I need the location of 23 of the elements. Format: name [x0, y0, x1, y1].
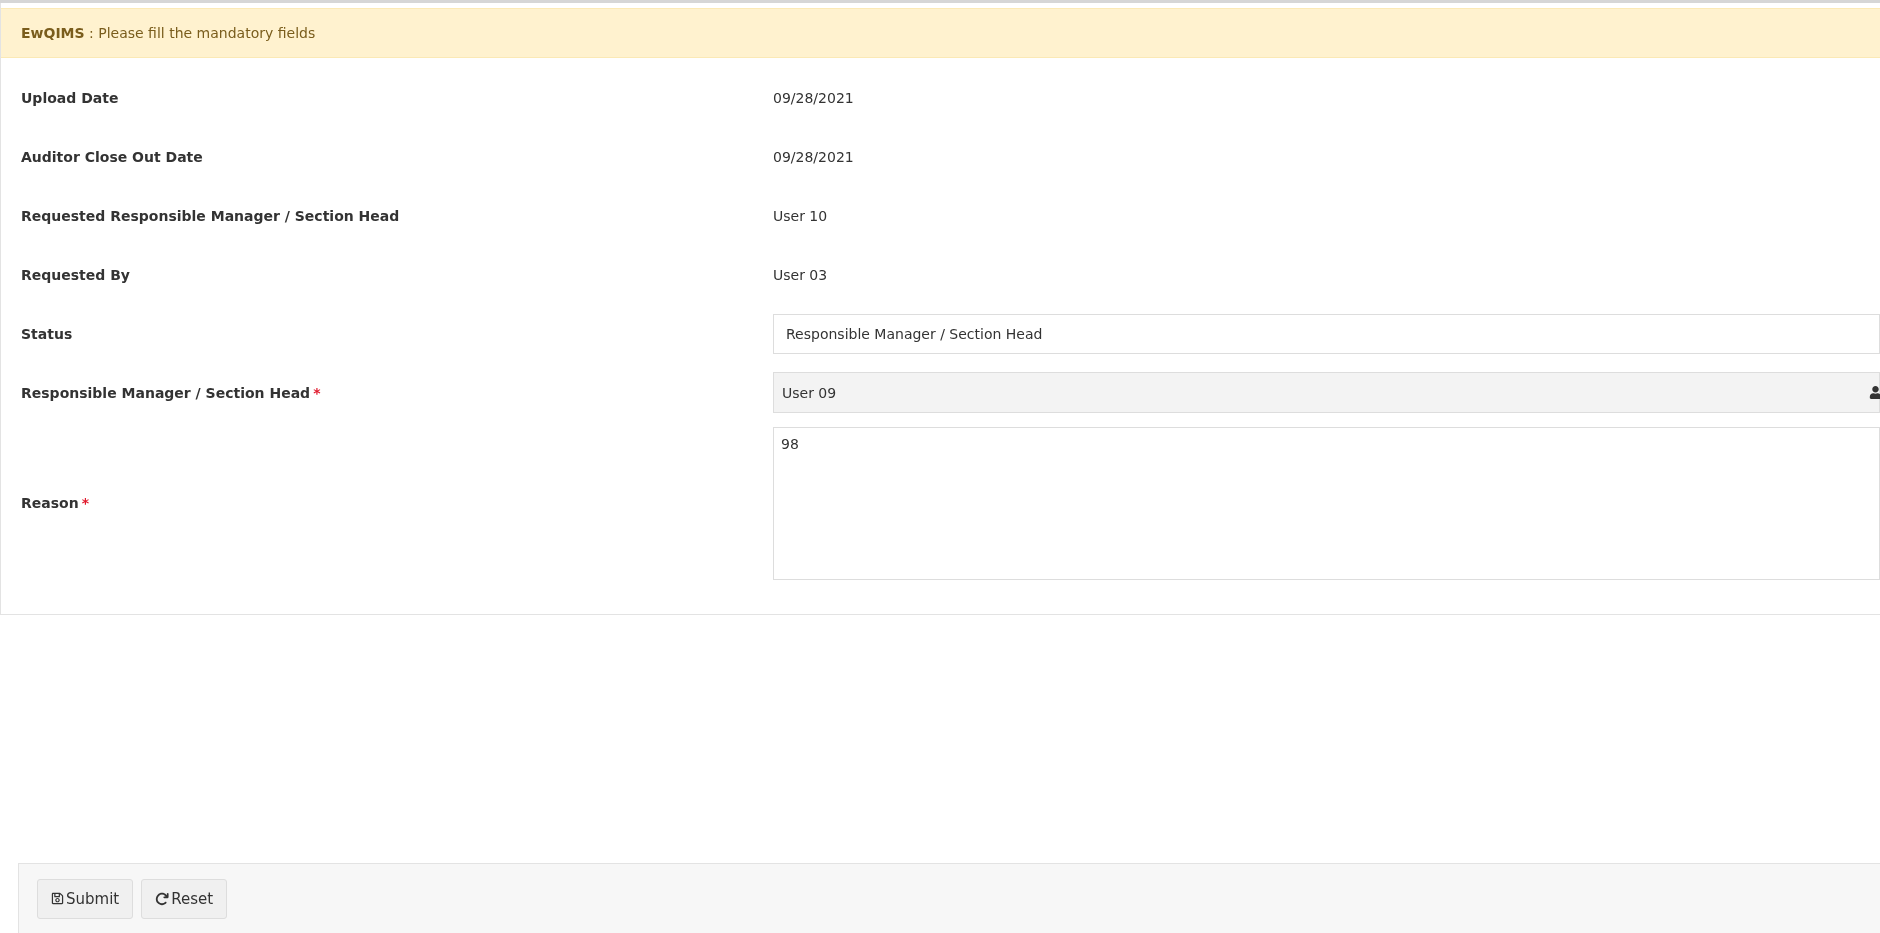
- status-field[interactable]: Responsible Manager / Section Head: [773, 313, 1880, 354]
- save-icon: [51, 892, 64, 905]
- submit-button[interactable]: Submit: [37, 878, 134, 919]
- field-value: User 10: [773, 207, 828, 224]
- field-value: User 09: [782, 384, 837, 401]
- field-label: Status: [21, 325, 73, 342]
- field-label: Reason: [21, 495, 79, 511]
- alert-message: EwQIMS : Please fill the mandatory fields: [21, 25, 316, 41]
- field-value: 09/28/2021: [773, 148, 854, 165]
- field-label: Responsible Manager / Section Head: [21, 384, 311, 401]
- field-label: Auditor Close Out Date: [21, 148, 203, 165]
- field-label: Requested Responsible Manager / Section Head: [21, 207, 400, 224]
- field-value: 09/28/2021: [773, 89, 854, 106]
- field-value: User 03: [773, 266, 828, 283]
- user-icon[interactable]: [1869, 386, 1880, 399]
- field-label: Requested By: [21, 266, 130, 283]
- user-lookup-field[interactable]: User 09: [773, 372, 1880, 413]
- required-mark: *: [313, 384, 321, 401]
- reset-button[interactable]: Reset: [141, 878, 228, 919]
- field-label: Upload Date: [21, 89, 119, 106]
- reason-textarea[interactable]: 98: [773, 426, 1880, 580]
- refresh-icon: [155, 891, 170, 906]
- required-mark: *: [81, 495, 89, 511]
